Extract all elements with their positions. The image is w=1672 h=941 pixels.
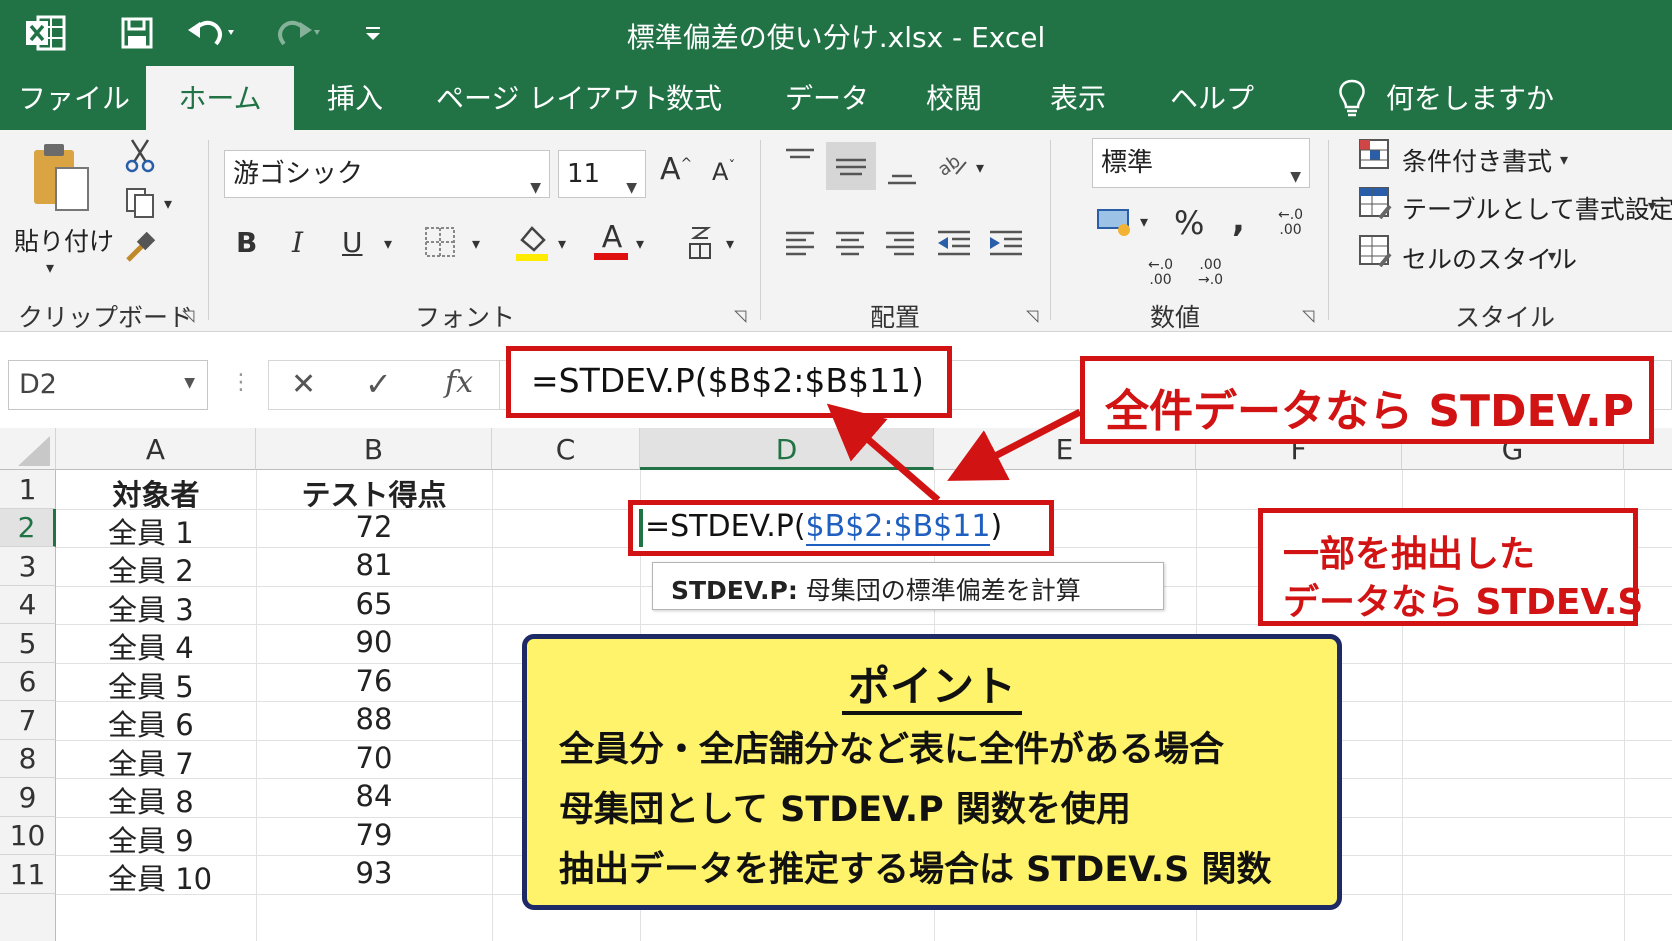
arrow-cell-to-formula: [826, 403, 941, 503]
point-title-wrap: ポイント: [527, 653, 1337, 715]
excel-window: 標準偏差の使い分け.xlsx - Excel ファイル ホーム 挿入 ページ レ…: [0, 0, 1672, 941]
point-box: ポイント 全員分・全店舗分など表に全件がある場合 母集団として STDEV.P …: [522, 634, 1342, 910]
point-title: ポイント: [841, 662, 1022, 715]
point-line-1: 全員分・全店舗分など表に全件がある場合: [559, 730, 1225, 770]
arrow-callout-to-cell: [947, 408, 1082, 481]
point-line-2: 母集団として STDEV.P 関数を使用: [559, 790, 1131, 830]
point-line-3: 抽出データを推定する場合は STDEV.S 関数: [559, 850, 1272, 890]
